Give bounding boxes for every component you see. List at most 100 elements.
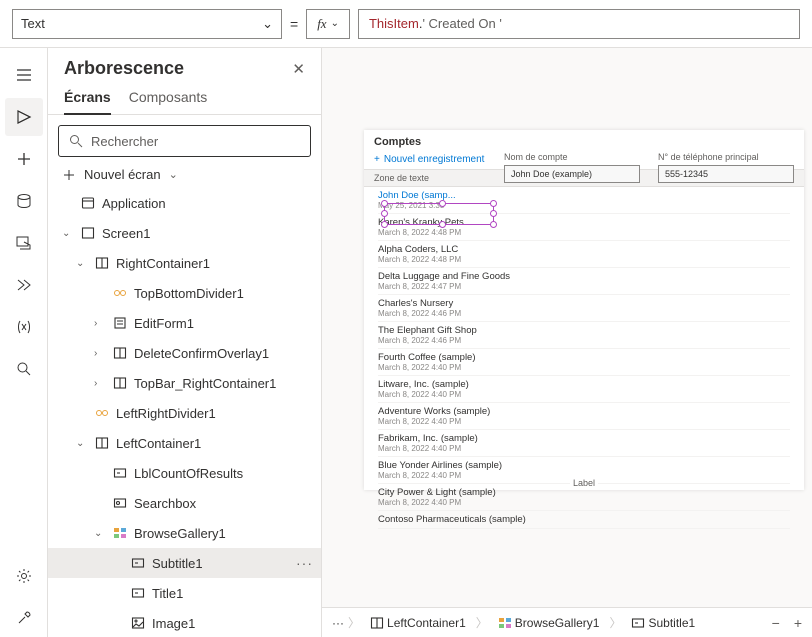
tree-node-label: BrowseGallery1: [134, 526, 226, 541]
selection-box[interactable]: [384, 203, 494, 225]
plus-icon: [62, 168, 76, 182]
hamburger-icon[interactable]: [5, 56, 43, 94]
phone-input[interactable]: 555-12345: [658, 165, 794, 183]
item-subtitle: March 8, 2022 4:40 PM: [378, 363, 790, 372]
panel-tabs: Écrans Composants: [48, 83, 321, 115]
new-screen-button[interactable]: Nouvel écran ⌄: [48, 163, 321, 188]
canvas[interactable]: Comptes Nom de compte John Doe (example)…: [322, 48, 812, 607]
list-item[interactable]: Fourth Coffee (sample)March 8, 2022 4:40…: [378, 349, 790, 376]
chevron-icon[interactable]: ›: [94, 348, 106, 359]
minus-icon[interactable]: −: [772, 615, 780, 631]
tree-node[interactable]: ⌄RightContainer1: [48, 248, 321, 278]
chevron-icon[interactable]: ⌄: [94, 528, 106, 539]
list-item[interactable]: Fabrikam, Inc. (sample)March 8, 2022 4:4…: [378, 430, 790, 457]
media-icon[interactable]: [5, 224, 43, 262]
cont-icon: [94, 435, 110, 451]
text-icon: [112, 465, 128, 481]
breadcrumb-item[interactable]: BrowseGallery1: [492, 616, 606, 630]
account-name-input[interactable]: John Doe (example): [504, 165, 640, 183]
tree-node[interactable]: ⌄ LeftContainer1: [48, 428, 321, 458]
tree-node[interactable]: ›TopBar_RightContainer1: [48, 368, 321, 398]
tree-node[interactable]: Title1: [48, 578, 321, 608]
chevron-icon[interactable]: ⌄: [62, 228, 74, 239]
tree-node[interactable]: › DeleteConfirmOverlay1: [48, 338, 321, 368]
close-icon[interactable]: ✕: [292, 60, 305, 78]
tree-node[interactable]: Subtitle1 ···: [48, 548, 321, 578]
field-label: Nom de compte: [504, 152, 640, 162]
variables-icon[interactable]: [5, 308, 43, 346]
formula-input[interactable]: ThisItem.' Created On ': [358, 9, 800, 39]
plus-icon[interactable]: +: [794, 615, 802, 631]
list-item[interactable]: The Elephant Gift ShopMarch 8, 2022 4:46…: [378, 322, 790, 349]
item-title: Charles's Nursery: [378, 298, 790, 309]
item-title: Contoso Pharmaceuticals (sample): [378, 514, 790, 525]
tools-icon[interactable]: [5, 599, 43, 637]
chevron-down-icon: ⌄: [262, 16, 273, 32]
tree-view: Application ⌄Screen1⌄RightContainer1 TopBo…: [48, 188, 321, 637]
list-item[interactable]: Adventure Works (sample)March 8, 2022 4:…: [378, 403, 790, 430]
data-icon[interactable]: [5, 182, 43, 220]
more-icon[interactable]: ···: [296, 555, 313, 571]
chevron-icon[interactable]: ›: [94, 378, 106, 389]
item-title: John Doe (samp...: [378, 190, 790, 201]
item-subtitle: March 8, 2022 4:40 PM: [378, 417, 790, 426]
tree-node[interactable]: Searchbox: [48, 488, 321, 518]
search-input[interactable]: Rechercher: [58, 125, 311, 157]
tab-components[interactable]: Composants: [129, 83, 208, 114]
item-subtitle: March 8, 2022 4:40 PM: [378, 390, 790, 399]
cont-icon: [94, 255, 110, 271]
tree-node[interactable]: ⌄ BrowseGallery1: [48, 518, 321, 548]
tree-node[interactable]: ›EditForm1: [48, 308, 321, 338]
cont-icon: [112, 375, 128, 391]
label-text: Label: [570, 478, 598, 488]
fx-button[interactable]: fx ⌄: [306, 9, 350, 39]
cont-icon: [112, 345, 128, 361]
tree-node-label: LeftContainer1: [116, 436, 201, 451]
tree-node[interactable]: ⌄Screen1: [48, 218, 321, 248]
tree-node[interactable]: LeftRightDivider1: [48, 398, 321, 428]
chevron-icon[interactable]: ⌄: [76, 438, 88, 449]
property-select[interactable]: Text ⌄: [12, 9, 282, 39]
text-icon: [130, 555, 146, 571]
gallery-icon: [498, 616, 511, 629]
item-title: Alpha Coders, LLC: [378, 244, 790, 255]
list-item[interactable]: Delta Luggage and Fine GoodsMarch 8, 202…: [378, 268, 790, 295]
chevron-icon[interactable]: ›: [94, 318, 106, 329]
left-rail: [0, 48, 48, 637]
tree-node-label: TopBottomDivider1: [134, 286, 244, 301]
formula-prop: ' Created On ': [422, 16, 501, 31]
tree-node-label: Application: [102, 196, 166, 211]
app-icon: [80, 195, 96, 211]
text-icon: [631, 616, 644, 629]
tree-view-icon[interactable]: [5, 98, 43, 136]
tree-panel: Arborescence ✕ Écrans Composants Recherc…: [48, 48, 322, 637]
panel-title: Arborescence: [64, 58, 184, 79]
item-title: City Power & Light (sample): [378, 487, 790, 498]
list-item[interactable]: Charles's NurseryMarch 8, 2022 4:46 PM: [378, 295, 790, 322]
breadcrumb-more[interactable]: ···: [332, 616, 344, 630]
form-icon: [112, 315, 128, 331]
plus-icon[interactable]: [5, 140, 43, 178]
tab-screens[interactable]: Écrans: [64, 83, 111, 115]
breadcrumb-item[interactable]: LeftContainer1: [364, 616, 472, 630]
list-item[interactable]: Alpha Coders, LLCMarch 8, 2022 4:48 PM: [378, 241, 790, 268]
equals-sign: =: [290, 16, 298, 32]
list-item[interactable]: Contoso Pharmaceuticals (sample): [378, 511, 790, 529]
list-item[interactable]: City Power & Light (sample)March 8, 2022…: [378, 484, 790, 511]
div-icon: [94, 405, 110, 421]
flow-icon[interactable]: [5, 266, 43, 304]
breadcrumb-item[interactable]: Subtitle1: [625, 616, 701, 630]
search-icon[interactable]: [5, 350, 43, 388]
item-subtitle: March 8, 2022 4:40 PM: [378, 498, 790, 507]
div-icon: [112, 285, 128, 301]
app-preview: Comptes Nom de compte John Doe (example)…: [364, 130, 804, 490]
tree-node[interactable]: TopBottomDivider1: [48, 278, 321, 308]
tree-node-label: Subtitle1: [152, 556, 203, 571]
tree-node-label: DeleteConfirmOverlay1: [134, 346, 269, 361]
tree-node[interactable]: Application: [48, 188, 321, 218]
settings-icon[interactable]: [5, 557, 43, 595]
chevron-icon[interactable]: ⌄: [76, 258, 88, 269]
tree-node[interactable]: Image1: [48, 608, 321, 637]
tree-node[interactable]: LblCountOfResults: [48, 458, 321, 488]
list-item[interactable]: Litware, Inc. (sample)March 8, 2022 4:40…: [378, 376, 790, 403]
